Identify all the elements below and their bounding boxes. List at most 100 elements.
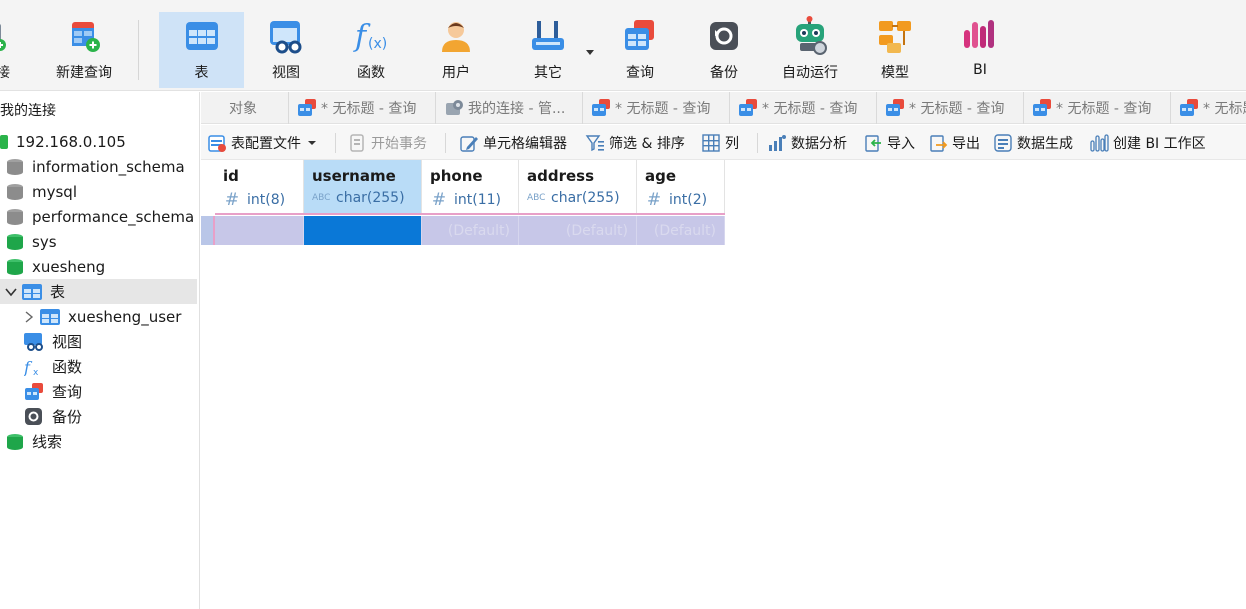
column-name: age	[645, 167, 677, 185]
tree-database-xuesheng[interactable]: xuesheng	[6, 254, 203, 279]
views-node-label: 视图	[52, 333, 83, 351]
tab-connection-manage[interactable]: 我的连接 - 管...	[436, 92, 583, 124]
columns-label: 列	[725, 135, 739, 152]
query-icon	[1180, 99, 1198, 116]
other-dropdown-arrow[interactable]	[586, 50, 594, 55]
export-button[interactable]: 导出	[928, 125, 980, 160]
table-profile-label: 表配置文件	[231, 135, 301, 152]
number-type-icon: #	[431, 190, 447, 210]
table-button[interactable]: 表	[159, 12, 244, 88]
user-button[interactable]: 用户	[418, 12, 494, 88]
table-icon	[40, 308, 60, 325]
tree-connection[interactable]: 192.168.0.105	[0, 129, 197, 154]
connection-icon	[0, 16, 23, 56]
import-button[interactable]: 导入	[863, 125, 915, 160]
column-header-id[interactable]: id # int(8)	[215, 160, 304, 214]
tree-functions-node[interactable]: fx 函数	[0, 354, 197, 379]
tree-views-node[interactable]: 视图	[0, 329, 197, 354]
backup-button[interactable]: 备份	[686, 12, 762, 88]
column-header-username[interactable]: username ABC char(255)	[304, 160, 422, 214]
column-header-address[interactable]: address ABC char(255)	[519, 160, 637, 214]
columns-icon	[702, 133, 720, 152]
connection-button[interactable]: 接	[0, 12, 20, 88]
export-icon	[930, 134, 948, 152]
query-icon	[298, 99, 316, 116]
bi-button[interactable]: BI	[942, 12, 1018, 88]
svg-text:(x): (x)	[368, 36, 387, 52]
filter-sort-label: 筛选 & 排序	[609, 135, 685, 152]
column-type: # int(2)	[645, 190, 707, 210]
query-icon	[592, 99, 610, 116]
tab-bar: 对象 * 无标题 - 查询 我的连接 - 管... * 无标题 - 查询 * 无…	[201, 92, 1246, 124]
chevron-down-icon[interactable]	[4, 285, 18, 299]
tab-query-1[interactable]: * 无标题 - 查询	[289, 92, 436, 124]
tab-query-3[interactable]: * 无标题 - 查询	[730, 92, 877, 124]
database-name: mysql	[32, 182, 77, 201]
tab-label: * 无标题 - 查询	[615, 101, 711, 117]
column-header-age[interactable]: age # int(2)	[637, 160, 725, 214]
cell-id[interactable]	[213, 216, 304, 245]
data-grid: id # int(8) username ABC char(255) phone #…	[201, 160, 1246, 609]
bi-label: BI	[973, 62, 987, 78]
functions-node-label: 函数	[52, 358, 83, 376]
tab-query-5[interactable]: * 无标题 - 查询	[1024, 92, 1171, 124]
connection-sidebar: 我的连接 192.168.0.105 information_schema my…	[0, 92, 200, 609]
other-button[interactable]: 其它	[508, 12, 588, 88]
database-icon	[7, 158, 23, 175]
query-icon	[1033, 99, 1051, 116]
tab-query-4[interactable]: * 无标题 - 查询	[877, 92, 1024, 124]
data-generation-button[interactable]: 数据生成	[993, 125, 1073, 160]
tree-database-sys[interactable]: sys	[6, 229, 203, 254]
cell-age[interactable]: (Default)	[637, 216, 725, 245]
tree-backups-node[interactable]: 备份	[0, 404, 197, 429]
tab-objects[interactable]: 对象	[201, 92, 289, 124]
query-icon	[25, 382, 43, 400]
create-bi-workspace-button[interactable]: 创建 BI 工作区	[1089, 125, 1206, 160]
cell-editor-button[interactable]: 单元格编辑器	[459, 125, 567, 160]
tab-query-6[interactable]: * 无标题	[1171, 92, 1246, 124]
data-analysis-button[interactable]: 数据分析	[767, 125, 847, 160]
function-button[interactable]: f (x) 函数	[333, 12, 409, 88]
svg-text:f: f	[24, 358, 33, 376]
function-label: 函数	[357, 65, 385, 81]
tab-label: 我的连接 - 管...	[468, 101, 566, 117]
backup-label: 备份	[710, 65, 738, 81]
transaction-icon	[350, 133, 364, 152]
column-header-phone[interactable]: phone # int(11)	[422, 160, 519, 214]
table-profile-button[interactable]: 表配置文件	[207, 125, 317, 160]
database-icon	[7, 258, 23, 275]
tree-table-xuesheng-user[interactable]: xuesheng_user	[0, 304, 197, 329]
tree-queries-node[interactable]: 查询	[0, 379, 197, 404]
tree-clues[interactable]: 线索	[6, 429, 203, 454]
column-name: address	[527, 167, 595, 185]
tree-tables-node[interactable]: 表	[0, 279, 197, 304]
view-button[interactable]: 视图	[248, 12, 324, 88]
begin-transaction-button[interactable]: 开始事务	[347, 125, 427, 160]
cell-phone[interactable]: (Default)	[422, 216, 519, 245]
cell-address[interactable]: (Default)	[519, 216, 637, 245]
import-label: 导入	[887, 135, 915, 152]
toolbar-separator	[335, 133, 336, 153]
tab-label: * 无标题 - 查询	[909, 101, 1005, 117]
tab-query-2[interactable]: * 无标题 - 查询	[583, 92, 730, 124]
tree-database-performance-schema[interactable]: performance_schema	[6, 204, 203, 229]
function-icon: f (x)	[351, 16, 391, 56]
query-icon	[620, 16, 660, 56]
tree-database-mysql[interactable]: mysql	[6, 179, 203, 204]
tab-label: * 无标题 - 查询	[1056, 101, 1152, 117]
filter-sort-button[interactable]: 筛选 & 排序	[585, 125, 685, 160]
queries-node-label: 查询	[52, 383, 83, 401]
query-icon	[739, 99, 757, 116]
export-label: 导出	[952, 135, 980, 152]
tree-database-information-schema[interactable]: information_schema	[6, 154, 203, 179]
query-button[interactable]: 查询	[602, 12, 678, 88]
new-query-button[interactable]: 新建查询	[40, 12, 128, 88]
model-button[interactable]: 模型	[857, 12, 933, 88]
column-type-text: int(8)	[247, 192, 286, 208]
cell-username[interactable]	[304, 216, 422, 245]
chevron-right-icon[interactable]	[22, 310, 36, 324]
tab-label: * 无标题	[1203, 101, 1246, 117]
robot-icon	[790, 16, 830, 56]
columns-button[interactable]: 列	[701, 125, 739, 160]
automation-button[interactable]: 自动运行	[772, 12, 848, 88]
